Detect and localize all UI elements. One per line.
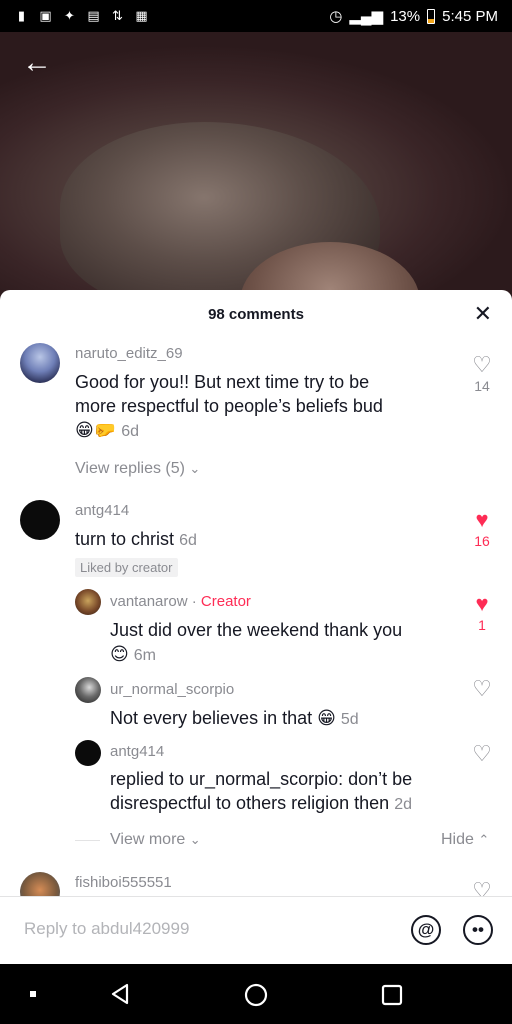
close-icon[interactable]: ✕ (474, 303, 492, 325)
reply-time: 2d (394, 796, 412, 813)
creator-label: Creator (200, 593, 251, 610)
like-button[interactable]: ♥ 16 (467, 507, 497, 550)
reply-username[interactable]: ur_normal_scorpio (110, 681, 234, 698)
comment-username[interactable]: fishiboi555551 (75, 874, 172, 891)
comment-body: turn to christ (75, 529, 175, 549)
reply-body-row: disrespectful to others religion then 2d (110, 791, 470, 817)
notification-icons: ▮ ▣ ✦ ▤ ⇅ ▦ (14, 8, 149, 23)
recents-square-icon[interactable] (380, 983, 404, 1007)
avatar[interactable] (75, 740, 101, 766)
comment-username[interactable]: antg414 (75, 502, 129, 519)
comment-time: 6d (179, 532, 197, 549)
avatar[interactable] (20, 343, 60, 383)
avatar[interactable] (75, 677, 101, 703)
reply-username[interactable]: vantanarow · Creator (110, 593, 251, 610)
back-arrow-icon[interactable]: ← (22, 48, 54, 80)
chevron-up-icon: ⌃ (478, 832, 490, 847)
battery-icon (427, 8, 436, 24)
reply-body: Not every believes in that (110, 708, 313, 728)
home-circle-icon[interactable] (243, 982, 269, 1008)
reply-emoji: 😁 (317, 708, 336, 728)
retweet-icon: ⇅ (112, 8, 123, 23)
liked-by-creator-badge: Liked by creator (75, 558, 178, 577)
alarm-icon: ◷ (329, 8, 343, 25)
comment-text-line: Good for you!! But next time try to be (75, 372, 370, 392)
view-replies-label: View replies (5) (75, 460, 185, 477)
reply-emoji: 😊 (110, 644, 129, 664)
view-more-label: View more (110, 831, 186, 848)
heart-outline-icon: ♡ (472, 676, 492, 701)
video-background[interactable] (0, 32, 512, 302)
signal-icon: ▂▄▆ (349, 8, 384, 25)
like-button[interactable]: ♡ (467, 743, 497, 765)
reply-input[interactable]: Reply to abdul420999 (24, 919, 189, 939)
reply-text: replied to ur_normal_scorpio: don’t be d… (110, 767, 470, 817)
separator-dot: · (191, 593, 201, 610)
thread-divider (75, 840, 100, 841)
system-icons: ◷ ▂▄▆ 13% 5:45 PM (329, 7, 498, 26)
comments-count-title: 98 comments (208, 306, 304, 323)
comment-emoji-row: 😁🤛 6d (75, 418, 445, 444)
reply-username[interactable]: antg414 (110, 743, 164, 760)
reply-body: Just did over the weekend thank you (110, 620, 403, 640)
like-count: 14 (474, 378, 490, 394)
view-replies-link[interactable]: View replies (5) ⌄ (75, 460, 200, 478)
reply-body-line: replied to ur_normal_scorpio: don’t be (110, 769, 413, 789)
like-button[interactable]: ♡ (467, 678, 497, 700)
like-button[interactable]: ♡ 14 (467, 352, 497, 395)
heart-outline-icon: ♡ (472, 352, 492, 377)
back-triangle-icon[interactable] (108, 982, 132, 1006)
mention-icon[interactable]: @ (411, 915, 441, 945)
view-more-link[interactable]: View more ⌄ (110, 831, 201, 849)
reply-time: 5d (340, 711, 359, 728)
app-notification-icon: ▦ (135, 8, 148, 23)
chevron-down-icon: ⌄ (189, 832, 201, 847)
image-icon: ▤ (87, 8, 100, 23)
heart-filled-icon: ♥ (475, 507, 489, 532)
comment-text: turn to christ 6d (75, 527, 197, 553)
reply-time: 6m (133, 647, 157, 664)
comment-time: 6d (121, 423, 139, 440)
alert-icon: ▮ (17, 8, 26, 23)
battery-percent: 13% (390, 7, 421, 25)
like-button[interactable]: ♥ 1 (467, 591, 497, 634)
reply-emoji-row: 😊 6m (110, 642, 450, 668)
comment-text: Good for you!! But next time try to be m… (75, 370, 445, 444)
reply-body-line: disrespectful to others religion then (110, 793, 390, 813)
emoji-icon[interactable]: •• (463, 915, 493, 945)
avatar[interactable] (75, 589, 101, 615)
reply-text: Just did over the weekend thank you 😊 6m (110, 618, 450, 668)
heart-filled-icon: ♥ (475, 591, 489, 616)
like-count: 1 (478, 617, 486, 633)
chevron-down-icon: ⌄ (189, 461, 201, 476)
nav-indicator-dot (30, 991, 36, 997)
hide-replies-link[interactable]: Hide ⌃ (441, 831, 489, 849)
heart-outline-icon: ♡ (472, 741, 492, 766)
hide-label: Hide (441, 831, 474, 848)
voicemail-icon: ▣ (39, 8, 52, 23)
reply-text: Not every believes in that 😁 5d (110, 706, 450, 732)
clock: 5:45 PM (442, 7, 498, 25)
reply-bar: Reply to abdul420999 @ •• (0, 896, 512, 964)
comments-sheet: 98 comments ✕ naruto_editz_69 Good for y… (0, 290, 512, 964)
reply-username-text: vantanarow (110, 593, 188, 610)
status-bar: ▮ ▣ ✦ ▤ ⇅ ▦ ◷ ▂▄▆ 13% 5:45 PM (0, 0, 512, 32)
avatar[interactable] (20, 500, 60, 540)
twitter-icon: ✦ (64, 8, 75, 23)
comment-username[interactable]: naruto_editz_69 (75, 345, 183, 362)
comment-emoji: 😁🤛 (75, 420, 117, 440)
like-count: 16 (474, 533, 490, 549)
comment-text-line: more respectful to people’s beliefs bud (75, 396, 383, 416)
android-nav-bar (0, 964, 512, 1024)
